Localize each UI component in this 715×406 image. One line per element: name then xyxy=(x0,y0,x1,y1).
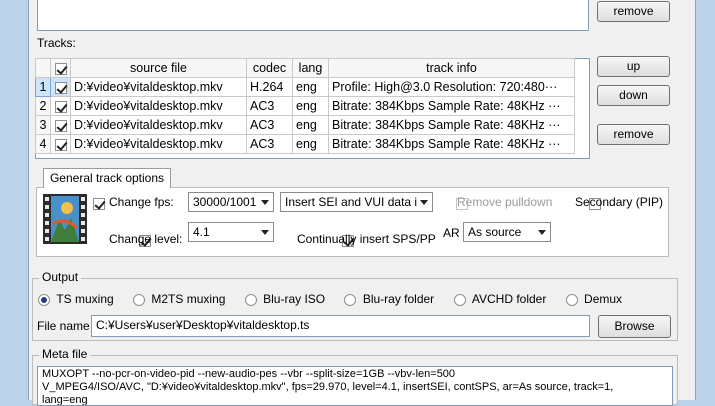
radio-label-m2ts-muxing: M2TS muxing xyxy=(151,292,226,306)
cell-codec: H.264 xyxy=(246,77,293,97)
header-source-file[interactable]: source file xyxy=(70,58,247,78)
chevron-down-icon xyxy=(261,230,269,235)
chevron-down-icon xyxy=(538,230,546,235)
fps-select-value: 30000/1001 xyxy=(193,195,257,209)
change-level-label: Change level: xyxy=(109,232,183,246)
track-checkbox[interactable] xyxy=(54,81,67,94)
ar-select-value: As source xyxy=(468,225,522,239)
continually-insert-label: Continually insert SPS/PP xyxy=(297,232,436,246)
table-row[interactable]: 3 D:¥video¥vitaldesktop.mkv AC3 eng Bitr… xyxy=(35,115,575,135)
cell-track-info: Bitrate: 384Kbps Sample Rate: 48KHz ··· xyxy=(328,96,575,116)
track-checkbox[interactable] xyxy=(54,138,67,151)
header-corner xyxy=(35,58,51,78)
ar-label: AR xyxy=(443,226,460,240)
tracks-table: source file codec lang track info 1 D:¥v… xyxy=(35,58,575,154)
cell-lang[interactable]: eng xyxy=(292,134,329,154)
remove-file-button[interactable]: remove xyxy=(597,1,670,22)
radio-m2ts-muxing[interactable] xyxy=(133,293,146,306)
output-group-title: Output xyxy=(39,270,82,284)
track-checkbox[interactable] xyxy=(54,119,67,132)
header-codec[interactable]: codec xyxy=(246,58,293,78)
track-remove-button[interactable]: remove xyxy=(597,124,670,145)
tracks-label: Tracks: xyxy=(37,36,76,50)
meta-textarea[interactable]: MUXOPT --no-pcr-on-video-pid --new-audio… xyxy=(37,366,673,406)
cell-source-file: D:¥video¥vitaldesktop.mkv xyxy=(70,96,247,116)
cell-codec: AC3 xyxy=(246,96,293,116)
meta-line: MUXOPT --no-pcr-on-video-pid --new-audio… xyxy=(42,368,456,380)
radio-bluray-folder[interactable] xyxy=(344,293,357,306)
radio-ts-muxing[interactable] xyxy=(38,293,50,306)
sei-select-value: Insert SEI and VUI data i xyxy=(285,195,418,209)
output-modes: TS muxing M2TS muxing Blu-ray ISO Blu-ra… xyxy=(38,292,622,306)
meta-line: V_MPEG4/ISO/AVC, "D:¥video¥vitaldesktop.… xyxy=(42,381,614,393)
level-select[interactable]: 4.1 xyxy=(188,222,274,242)
sei-select[interactable]: Insert SEI and VUI data i xyxy=(280,192,433,212)
fps-select[interactable]: 30000/1001 xyxy=(188,192,274,212)
browse-button[interactable]: Browse xyxy=(598,315,671,338)
header-check-all[interactable] xyxy=(50,58,71,78)
radio-bluray-iso[interactable] xyxy=(244,293,257,306)
file-name-input[interactable]: C:¥Users¥user¥Desktop¥vitaldesktop.ts xyxy=(91,315,590,337)
tracks-header-row: source file codec lang track info xyxy=(35,58,575,78)
file-name-label: File name xyxy=(37,319,90,333)
meta-group-title: Meta file xyxy=(39,347,91,361)
track-up-button[interactable]: up xyxy=(597,56,670,77)
cell-source-file: D:¥video¥vitaldesktop.mkv xyxy=(70,134,247,154)
secondary-pip-label: Secondary (PIP) xyxy=(575,195,664,209)
radio-label-bluray-folder: Blu-ray folder xyxy=(362,292,435,306)
row-number[interactable]: 1 xyxy=(35,77,51,97)
radio-label-demux: Demux xyxy=(584,292,623,306)
row-checkbox-cell[interactable] xyxy=(50,134,71,154)
cell-lang[interactable]: eng xyxy=(292,77,329,97)
cell-codec: AC3 xyxy=(246,115,293,135)
film-icon xyxy=(43,194,87,244)
cell-source-file: D:¥video¥vitaldesktop.mkv xyxy=(70,115,247,135)
track-down-button[interactable]: down xyxy=(597,85,670,106)
cell-source-file: D:¥video¥vitaldesktop.mkv xyxy=(70,77,247,97)
header-lang[interactable]: lang xyxy=(292,58,329,78)
check-all-checkbox[interactable] xyxy=(54,62,67,75)
row-number[interactable]: 4 xyxy=(35,134,51,154)
change-fps-checkbox[interactable] xyxy=(93,197,105,210)
input-files-list[interactable] xyxy=(37,0,589,31)
table-row[interactable]: 4 D:¥video¥vitaldesktop.mkv AC3 eng Bitr… xyxy=(35,134,575,154)
row-number[interactable]: 3 xyxy=(35,115,51,135)
row-checkbox-cell[interactable] xyxy=(50,115,71,135)
row-checkbox-cell[interactable] xyxy=(50,77,71,97)
table-row[interactable]: 1 D:¥video¥vitaldesktop.mkv H.264 eng Pr… xyxy=(35,77,575,97)
ar-select[interactable]: As source xyxy=(463,222,551,242)
radio-demux[interactable] xyxy=(565,293,578,306)
radio-label-bluray-iso: Blu-ray ISO xyxy=(263,292,326,306)
meta-line: lang=eng xyxy=(42,394,88,406)
radio-label-ts-muxing: TS muxing xyxy=(56,292,114,306)
cell-lang[interactable]: eng xyxy=(292,115,329,135)
cell-lang[interactable]: eng xyxy=(292,96,329,116)
cell-track-info: Bitrate: 384Kbps Sample Rate: 48KHz ··· xyxy=(328,134,575,154)
tab-general-track-options[interactable]: General track options xyxy=(43,168,171,188)
cell-codec: AC3 xyxy=(246,134,293,154)
header-track-info[interactable]: track info xyxy=(328,58,575,78)
chevron-down-icon xyxy=(261,200,269,205)
track-checkbox[interactable] xyxy=(54,100,67,113)
radio-avchd-folder[interactable] xyxy=(453,293,466,306)
table-row[interactable]: 2 D:¥video¥vitaldesktop.mkv AC3 eng Bitr… xyxy=(35,96,575,116)
cell-track-info: Bitrate: 384Kbps Sample Rate: 48KHz ··· xyxy=(328,115,575,135)
change-fps-label: Change fps: xyxy=(109,195,174,209)
row-checkbox-cell[interactable] xyxy=(50,96,71,116)
cell-track-info: Profile: High@3.0 Resolution: 720:480··· xyxy=(328,77,575,97)
chevron-down-icon xyxy=(420,200,428,205)
level-select-value: 4.1 xyxy=(193,225,210,239)
remove-pulldown-label: Remove pulldown xyxy=(457,195,553,209)
radio-label-avchd-folder: AVCHD folder xyxy=(471,292,547,306)
row-number[interactable]: 2 xyxy=(35,96,51,116)
